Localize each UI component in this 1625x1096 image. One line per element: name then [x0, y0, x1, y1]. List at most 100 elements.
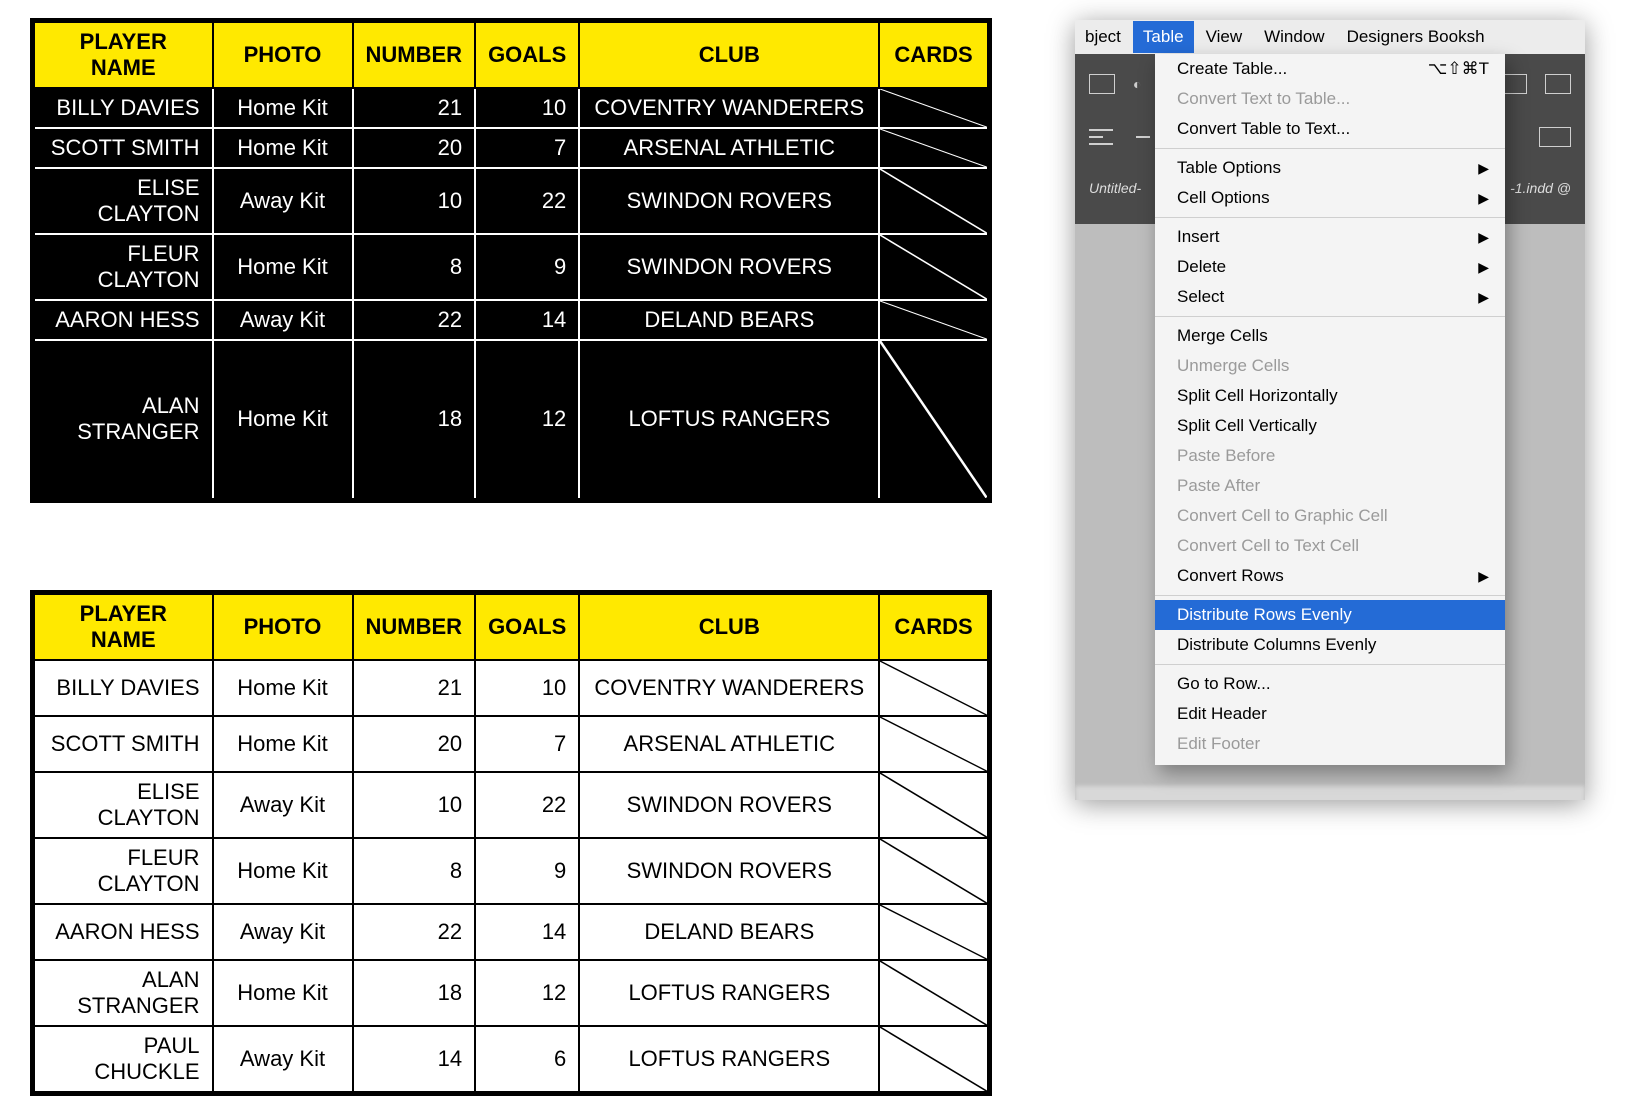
cell-club[interactable]: ARSENAL ATHLETIC	[579, 128, 879, 168]
menu-item[interactable]: Select▶	[1155, 282, 1505, 312]
eye-icon[interactable]: ◐	[1133, 76, 1141, 92]
menu-item[interactable]: Table Options▶	[1155, 153, 1505, 183]
table-row[interactable]: BILLY DAVIESHome Kit2110COVENTRY WANDERE…	[33, 88, 990, 128]
menubar-item-view[interactable]: View	[1206, 27, 1243, 47]
cell-name[interactable]: ALAN STRANGER	[33, 960, 213, 1026]
cell-name[interactable]: AARON HESS	[33, 904, 213, 960]
cell-goals[interactable]: 22	[475, 772, 579, 838]
cell-name[interactable]: ALAN STRANGER	[33, 340, 213, 500]
cell-cards-empty[interactable]	[879, 772, 989, 838]
table-row[interactable]: AARON HESSAway Kit2214DELAND BEARS	[33, 904, 990, 960]
cell-photo[interactable]: Home Kit	[213, 838, 353, 904]
cell-photo[interactable]: Away Kit	[213, 1026, 353, 1094]
cell-number[interactable]: 20	[353, 716, 476, 772]
cell-name[interactable]: AARON HESS	[33, 300, 213, 340]
align-center-icon[interactable]	[1131, 129, 1155, 145]
table-row[interactable]: PAUL CHUCKLEAway Kit146LOFTUS RANGERS	[33, 1026, 990, 1094]
cell-goals[interactable]: 7	[475, 128, 579, 168]
cell-cards-empty[interactable]	[879, 300, 989, 340]
cell-photo[interactable]: Home Kit	[213, 234, 353, 300]
cell-photo[interactable]: Home Kit	[213, 340, 353, 500]
cell-number[interactable]: 22	[353, 300, 476, 340]
cell-cards-empty[interactable]	[879, 88, 989, 128]
menubar-item-object[interactable]: bject	[1085, 27, 1121, 47]
cell-number[interactable]: 8	[353, 234, 476, 300]
cell-goals[interactable]: 10	[475, 660, 579, 716]
cell-cards-empty[interactable]	[879, 128, 989, 168]
cell-name[interactable]: ELISE CLAYTON	[33, 168, 213, 234]
cell-cards-empty[interactable]	[879, 660, 989, 716]
cell-name[interactable]: PAUL CHUCKLE	[33, 1026, 213, 1094]
cell-club[interactable]: ARSENAL ATHLETIC	[579, 716, 879, 772]
cell-goals[interactable]: 12	[475, 960, 579, 1026]
table-row[interactable]: SCOTT SMITHHome Kit207ARSENAL ATHLETIC	[33, 716, 990, 772]
cell-club[interactable]: DELAND BEARS	[579, 904, 879, 960]
cell-name[interactable]: BILLY DAVIES	[33, 660, 213, 716]
cell-photo[interactable]: Away Kit	[213, 168, 353, 234]
cell-club[interactable]: SWINDON ROVERS	[579, 772, 879, 838]
menubar-item-bookshelf[interactable]: Designers Booksh	[1347, 27, 1485, 47]
cell-name[interactable]: FLEUR CLAYTON	[33, 234, 213, 300]
table-row[interactable]: BILLY DAVIESHome Kit2110COVENTRY WANDERE…	[33, 660, 990, 716]
wrap-icon[interactable]	[1539, 127, 1571, 147]
cell-cards-empty[interactable]	[879, 168, 989, 234]
cell-photo[interactable]: Home Kit	[213, 128, 353, 168]
cell-cards-empty[interactable]	[879, 960, 989, 1026]
cell-goals[interactable]: 9	[475, 234, 579, 300]
menu-item[interactable]: Distribute Rows Evenly	[1155, 600, 1505, 630]
menubar[interactable]: bject Table View Window Designers Booksh	[1075, 20, 1585, 54]
cell-club[interactable]: SWINDON ROVERS	[579, 234, 879, 300]
cell-goals[interactable]: 14	[475, 904, 579, 960]
cell-club[interactable]: LOFTUS RANGERS	[579, 1026, 879, 1094]
cell-name[interactable]: SCOTT SMITH	[33, 128, 213, 168]
cell-photo[interactable]: Home Kit	[213, 88, 353, 128]
table-row[interactable]: ELISE CLAYTONAway Kit1022SWINDON ROVERS	[33, 772, 990, 838]
cell-club[interactable]: DELAND BEARS	[579, 300, 879, 340]
cell-photo[interactable]: Away Kit	[213, 300, 353, 340]
table-row[interactable]: AARON HESSAway Kit2214DELAND BEARS	[33, 300, 990, 340]
table-row[interactable]: ALAN STRANGERHome Kit1812LOFTUS RANGERS	[33, 340, 990, 500]
menu-item[interactable]: Create Table...⌥⇧⌘T	[1155, 54, 1505, 84]
cell-number[interactable]: 14	[353, 1026, 476, 1094]
menu-item[interactable]: Convert Table to Text...	[1155, 114, 1505, 144]
players-table-before[interactable]: PLAYER NAME PHOTO NUMBER GOALS CLUB CARD…	[30, 18, 992, 503]
cell-club[interactable]: LOFTUS RANGERS	[579, 340, 879, 500]
cell-style-icon-2[interactable]	[1545, 74, 1571, 94]
menu-item[interactable]: Distribute Columns Evenly	[1155, 630, 1505, 660]
menubar-item-window[interactable]: Window	[1264, 27, 1324, 47]
cell-number[interactable]: 10	[353, 772, 476, 838]
cell-name[interactable]: BILLY DAVIES	[33, 88, 213, 128]
players-table-after[interactable]: PLAYER NAME PHOTO NUMBER GOALS CLUB CARD…	[30, 590, 992, 1096]
cell-club[interactable]: SWINDON ROVERS	[579, 168, 879, 234]
cell-club[interactable]: SWINDON ROVERS	[579, 838, 879, 904]
table-row[interactable]: SCOTT SMITHHome Kit207ARSENAL ATHLETIC	[33, 128, 990, 168]
menu-item[interactable]: Insert▶	[1155, 222, 1505, 252]
cell-number[interactable]: 21	[353, 660, 476, 716]
cell-club[interactable]: LOFTUS RANGERS	[579, 960, 879, 1026]
cell-photo[interactable]: Away Kit	[213, 904, 353, 960]
cell-photo[interactable]: Home Kit	[213, 660, 353, 716]
table-row[interactable]: FLEUR CLAYTONHome Kit89SWINDON ROVERS	[33, 234, 990, 300]
cell-cards-empty[interactable]	[879, 234, 989, 300]
cell-goals[interactable]: 9	[475, 838, 579, 904]
cell-goals[interactable]: 12	[475, 340, 579, 500]
menu-item[interactable]: Split Cell Horizontally	[1155, 381, 1505, 411]
cell-number[interactable]: 21	[353, 88, 476, 128]
cell-cards-empty[interactable]	[879, 1026, 989, 1094]
table-row[interactable]: ALAN STRANGERHome Kit1812LOFTUS RANGERS	[33, 960, 990, 1026]
cell-number[interactable]: 10	[353, 168, 476, 234]
cell-goals[interactable]: 14	[475, 300, 579, 340]
cell-goals[interactable]: 22	[475, 168, 579, 234]
cell-number[interactable]: 18	[353, 960, 476, 1026]
cell-number[interactable]: 18	[353, 340, 476, 500]
menu-item[interactable]: Go to Row...	[1155, 669, 1505, 699]
cell-cards-empty[interactable]	[879, 838, 989, 904]
menubar-item-table[interactable]: Table	[1133, 21, 1194, 53]
menu-item[interactable]: Delete▶	[1155, 252, 1505, 282]
cell-name[interactable]: FLEUR CLAYTON	[33, 838, 213, 904]
menu-item[interactable]: Merge Cells	[1155, 321, 1505, 351]
cell-cards-empty[interactable]	[879, 904, 989, 960]
cell-photo[interactable]: Home Kit	[213, 716, 353, 772]
cell-cards-empty[interactable]	[879, 716, 989, 772]
table-menu-dropdown[interactable]: Create Table...⌥⇧⌘TConvert Text to Table…	[1155, 54, 1505, 765]
